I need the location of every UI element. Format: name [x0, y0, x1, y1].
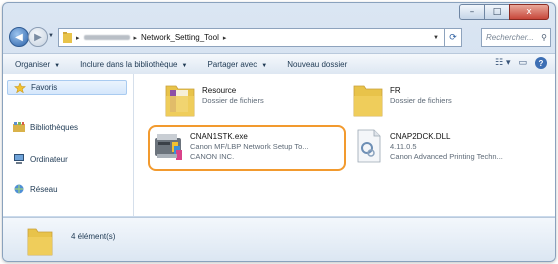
folder-icon: [353, 85, 383, 117]
computer-icon: [14, 154, 24, 164]
dll-file-icon: [357, 129, 381, 163]
search-box[interactable]: Rechercher... ⚲: [481, 28, 551, 47]
nav-item-computer[interactable]: Ordinateur: [13, 154, 68, 164]
breadcrumb-separator-icon: ▸: [222, 33, 227, 42]
printer-app-icon: [155, 134, 182, 160]
address-row: ◀ ▶ ▼ ▸ ▸ Network_Setting_Tool ▸ ▼ ⟳ Rec…: [3, 25, 555, 49]
chevron-down-icon: ▼: [54, 62, 61, 69]
details-pane: 4 élément(s): [3, 217, 555, 261]
nav-item-label: Bibliothèques: [30, 122, 79, 132]
preview-pane-icon[interactable]: ▭: [518, 58, 527, 68]
file-version: 4.11.0.5: [390, 142, 417, 151]
item-count: 4 élément(s): [71, 232, 116, 241]
minimize-button[interactable]: –: [459, 4, 485, 20]
help-icon[interactable]: ?: [535, 57, 547, 69]
chevron-down-icon: ▼: [261, 62, 268, 69]
new-folder-label: Nouveau dossier: [287, 59, 348, 69]
folder-icon: [165, 85, 195, 117]
close-button[interactable]: x: [509, 4, 549, 20]
arrow-left-icon: ◀: [15, 31, 23, 43]
nav-item-label: Ordinateur: [30, 154, 68, 164]
file-list: Resource Dossier de fichiers FR Dossier …: [134, 74, 555, 216]
arrow-right-icon: ▶: [34, 31, 42, 43]
folder-icon: [63, 32, 72, 43]
address-bar[interactable]: ▸ ▸ Network_Setting_Tool ▸ ▼ ⟳: [58, 28, 462, 47]
nav-item-libraries[interactable]: Bibliothèques: [13, 122, 78, 132]
refresh-icon: ⟳: [449, 32, 457, 43]
include-in-library-menu[interactable]: Inclure dans la bibliothèque ▼: [80, 60, 187, 69]
library-icon: [13, 122, 25, 132]
search-placeholder: Rechercher...: [486, 33, 534, 42]
share-with-label: Partager avec: [207, 59, 258, 69]
command-bar: Organiser ▼ Inclure dans la bibliothèque ▼…: [3, 53, 555, 75]
nav-item-favorites[interactable]: Favoris: [7, 80, 127, 95]
search-icon[interactable]: ⚲: [541, 33, 547, 42]
organize-label: Organiser: [15, 59, 51, 69]
nav-item-label: Favoris: [31, 83, 58, 92]
file-name: CNAN1STK.exe: [190, 132, 248, 141]
view-controls: ☷ ▾ ▭ ?: [495, 57, 547, 69]
chevron-down-icon: ▼: [181, 62, 188, 69]
file-name: FR: [390, 86, 401, 95]
file-name: Resource: [202, 86, 237, 95]
refresh-button[interactable]: ⟳: [444, 29, 461, 46]
file-type: Dossier de fichiers: [202, 96, 264, 105]
file-description: Canon MF/LBP Network Setup To...: [190, 142, 309, 151]
window-caption-buttons: – □ x: [459, 4, 549, 20]
list-item[interactable]: CNAP2DCK.DLL 4.11.0.5 Canon Advanced Pri…: [352, 128, 552, 168]
new-folder-button[interactable]: Nouveau dossier: [287, 60, 347, 69]
recent-pages-dropdown-icon[interactable]: ▼: [48, 33, 54, 39]
forward-button[interactable]: ▶: [28, 27, 48, 47]
maximize-button[interactable]: □: [484, 4, 510, 20]
explorer-window: – □ x ◀ ▶ ▼ ▸ ▸ Network_Setting_Tool ▸ ▼…: [2, 2, 556, 262]
file-type: Dossier de fichiers: [390, 96, 452, 105]
change-view-icon[interactable]: ☷ ▾: [495, 58, 510, 68]
redacted-path-segment: [83, 35, 130, 40]
breadcrumb-separator-icon: ▸: [133, 33, 138, 42]
file-description: Canon Advanced Printing Techn...: [390, 152, 503, 161]
include-in-library-label: Inclure dans la bibliothèque: [80, 59, 178, 69]
organize-menu[interactable]: Organiser ▼: [15, 60, 60, 69]
share-with-menu[interactable]: Partager avec ▼: [207, 60, 267, 69]
file-company: CANON INC.: [190, 152, 235, 161]
address-dropdown-icon[interactable]: ▼: [433, 35, 439, 41]
list-item[interactable]: FR Dossier de fichiers: [352, 82, 542, 122]
navigation-pane: Favoris Bibliothèques Ordinateur Réseau: [3, 74, 134, 216]
breadcrumb-current-folder[interactable]: Network_Setting_Tool: [141, 33, 219, 42]
breadcrumb-separator-icon: ▸: [76, 33, 80, 42]
network-icon: [14, 184, 24, 194]
nav-item-network[interactable]: Réseau: [13, 184, 58, 194]
file-name: CNAP2DCK.DLL: [390, 132, 451, 141]
list-item[interactable]: Resource Dossier de fichiers: [164, 82, 334, 122]
list-item[interactable]: CNAN1STK.exe Canon MF/LBP Network Setup …: [152, 128, 342, 168]
back-button[interactable]: ◀: [9, 27, 29, 47]
folder-icon: [27, 228, 53, 256]
nav-item-label: Réseau: [30, 184, 58, 194]
star-icon: [14, 82, 26, 93]
